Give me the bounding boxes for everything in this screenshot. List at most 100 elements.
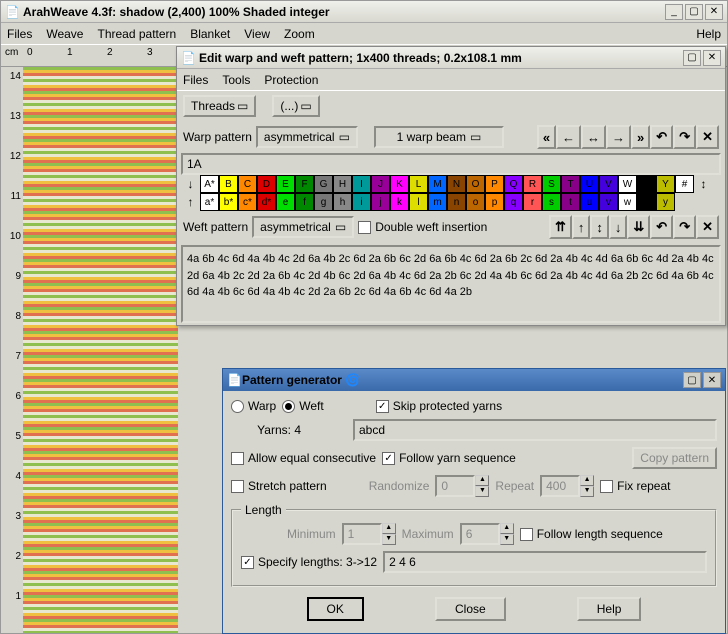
palette-cell-j[interactable]: j [371, 193, 390, 211]
arrow-up-icon[interactable]: ↑ [181, 193, 200, 211]
updown-icon[interactable]: ↕ [694, 175, 713, 193]
follow-yarn-checkbox[interactable]: Follow yarn sequence [382, 451, 516, 465]
warp-symmetry-select[interactable]: asymmetrical ▭ [256, 126, 358, 148]
menu-weave[interactable]: Weave [46, 27, 83, 41]
palette-cell-C[interactable]: C [238, 175, 257, 193]
weft-nav-btn-5[interactable]: ↶ [650, 215, 673, 239]
threads-button[interactable]: Threads ▭ [183, 95, 256, 117]
palette-cell-T[interactable]: T [561, 175, 580, 193]
palette-cell-k[interactable]: k [390, 193, 409, 211]
palette-cell-b*[interactable]: b* [219, 193, 238, 211]
palette-cell-D[interactable]: D [257, 175, 276, 193]
palette-cell-A*[interactable]: A* [200, 175, 219, 193]
weft-text-field[interactable]: 4a 6b 4c 6d 4a 4b 4c 2d 6a 4b 2c 6d 2a 6… [181, 245, 721, 323]
minimize-button[interactable]: _ [665, 4, 683, 20]
weft-nav-btn-6[interactable]: ↷ [673, 215, 696, 239]
palette-cell-h[interactable]: h [333, 193, 352, 211]
palette-cell-J[interactable]: J [371, 175, 390, 193]
palette-cell-f[interactable]: f [295, 193, 314, 211]
weft-nav-btn-0[interactable]: ⇈ [549, 215, 572, 239]
palette-cell-d*[interactable]: d* [257, 193, 276, 211]
palette-cell-e[interactable]: e [276, 193, 295, 211]
warp-radio[interactable]: Warp [231, 399, 276, 413]
warp-nav-btn-2[interactable]: ↔ [581, 125, 606, 149]
min-spinner[interactable]: ▲▼ [342, 523, 396, 545]
palette-cell-y[interactable]: y [656, 193, 675, 211]
weft-symmetry-select[interactable]: asymmetrical ▭ [252, 216, 354, 238]
follow-length-checkbox[interactable]: Follow length sequence [520, 527, 663, 541]
weft-nav-btn-3[interactable]: ↓ [609, 215, 628, 239]
stretch-pattern-checkbox[interactable]: Stretch pattern [231, 479, 327, 493]
warp-nav-btn-1[interactable]: ← [556, 125, 581, 149]
palette-cell-x[interactable]: x [637, 193, 656, 211]
warp-field[interactable]: 1A [181, 153, 721, 175]
help-button[interactable]: Help [577, 597, 642, 621]
palette-cell-i[interactable]: i [352, 193, 371, 211]
yarns-input[interactable] [353, 419, 717, 441]
edit-menu-files[interactable]: Files [183, 73, 208, 87]
palette-cell-E[interactable]: E [276, 175, 295, 193]
warp-nav-btn-3[interactable]: → [606, 125, 631, 149]
palette-cell-u[interactable]: u [580, 193, 599, 211]
palette-cell-o[interactable]: o [466, 193, 485, 211]
palette-cell-c*[interactable]: c* [238, 193, 257, 211]
palette-cell-F[interactable]: F [295, 175, 314, 193]
palette-cell-U[interactable]: U [580, 175, 599, 193]
palette-cell-W[interactable]: W [618, 175, 637, 193]
palette-cell-Y[interactable]: Y [656, 175, 675, 193]
palette-cell-L[interactable]: L [409, 175, 428, 193]
pg-maximize-button[interactable]: ▢ [683, 372, 701, 388]
menu-thread-pattern[interactable]: Thread pattern [97, 27, 176, 41]
weft-radio[interactable]: Weft [282, 399, 323, 413]
edit-close-button[interactable]: ✕ [703, 50, 721, 66]
warp-nav-btn-7[interactable]: ✕ [696, 125, 719, 149]
ok-button[interactable]: OK [307, 597, 364, 621]
maximize-button[interactable]: ▢ [685, 4, 703, 20]
palette-cell-I[interactable]: I [352, 175, 371, 193]
edit-menu-tools[interactable]: Tools [222, 73, 250, 87]
palette-cell-V[interactable]: V [599, 175, 618, 193]
double-weft-checkbox[interactable]: Double weft insertion [358, 220, 487, 234]
close-button[interactable]: ✕ [705, 4, 723, 20]
palette-cell-p[interactable]: p [485, 193, 504, 211]
palette-cell-O[interactable]: O [466, 175, 485, 193]
weft-nav-btn-7[interactable]: ✕ [696, 215, 719, 239]
palette-cell-H[interactable]: H [333, 175, 352, 193]
pg-close-button[interactable]: ✕ [703, 372, 721, 388]
menu-help[interactable]: Help [696, 27, 721, 41]
palette-cell-Q[interactable]: Q [504, 175, 523, 193]
palette-cell-X[interactable]: X [637, 175, 656, 193]
menu-zoom[interactable]: Zoom [284, 27, 315, 41]
warp-beam-select[interactable]: 1 warp beam ▭ [374, 126, 504, 148]
specify-lengths-input[interactable] [383, 551, 707, 573]
arrow-down-icon[interactable]: ↓ [181, 175, 200, 193]
palette-cell-t[interactable]: t [561, 193, 580, 211]
randomize-spinner[interactable]: ▲▼ [435, 475, 489, 497]
palette-cell-r[interactable]: r [523, 193, 542, 211]
weft-nav-btn-2[interactable]: ↕ [590, 215, 609, 239]
edit-menu-protection[interactable]: Protection [264, 73, 318, 87]
warp-nav-btn-6[interactable]: ↷ [673, 125, 696, 149]
warp-nav-btn-5[interactable]: ↶ [650, 125, 673, 149]
weft-nav-btn-1[interactable]: ↑ [572, 215, 591, 239]
palette-cell-B[interactable]: B [219, 175, 238, 193]
copy-pattern-button[interactable]: Copy pattern [632, 447, 717, 469]
hash-cell[interactable]: # [675, 175, 694, 193]
menu-blanket[interactable]: Blanket [190, 27, 230, 41]
palette-cell-M[interactable]: M [428, 175, 447, 193]
palette-cell-l[interactable]: l [409, 193, 428, 211]
palette-cell-g[interactable]: g [314, 193, 333, 211]
palette-cell-S[interactable]: S [542, 175, 561, 193]
weft-nav-btn-4[interactable]: ⇊ [627, 215, 650, 239]
palette-cell-q[interactable]: q [504, 193, 523, 211]
menu-files[interactable]: Files [7, 27, 32, 41]
fix-repeat-checkbox[interactable]: Fix repeat [600, 479, 670, 493]
palette-cell-v[interactable]: v [599, 193, 618, 211]
skip-protected-checkbox[interactable]: Skip protected yarns [376, 399, 502, 413]
close-button[interactable]: Close [435, 597, 506, 621]
allow-equal-checkbox[interactable]: Allow equal consecutive [231, 451, 376, 465]
palette-cell-R[interactable]: R [523, 175, 542, 193]
palette-cell-n[interactable]: n [447, 193, 466, 211]
warp-nav-btn-4[interactable]: » [631, 125, 650, 149]
menu-view[interactable]: View [244, 27, 270, 41]
